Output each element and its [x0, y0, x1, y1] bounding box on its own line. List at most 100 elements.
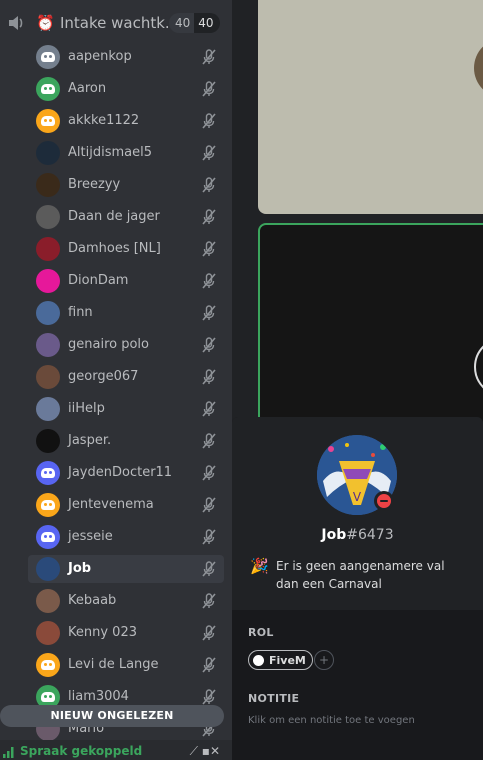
muted-mic-icon [202, 593, 216, 609]
party-popper-icon: 🎉 [250, 557, 269, 575]
voice-user-row[interactable]: Altijdismael5 [28, 139, 224, 167]
voice-user-row[interactable]: Kenny 023 [28, 619, 224, 647]
username: Job [321, 527, 347, 543]
user-avatar[interactable] [36, 653, 60, 677]
voice-connected-status[interactable]: Spraak gekoppeld [20, 744, 142, 758]
user-name: Damhoes [NL] [68, 241, 161, 256]
voice-user-row[interactable]: iiHelp [28, 395, 224, 423]
video-tile-speaking[interactable] [258, 223, 483, 443]
muted-mic-icon [202, 401, 216, 417]
discord-logo-icon [41, 52, 55, 62]
user-avatar[interactable] [36, 365, 60, 389]
voice-user-row[interactable]: Aaron [28, 75, 224, 103]
profile-header: V Job#6473 🎉 Er is geen aangenamere val … [232, 417, 483, 610]
user-avatar[interactable] [36, 525, 60, 549]
user-avatar[interactable] [36, 45, 60, 69]
user-avatar[interactable] [36, 269, 60, 293]
voice-user-row[interactable]: Levi de Lange [28, 651, 224, 679]
user-name: akkke1122 [68, 113, 140, 128]
add-role-button[interactable]: + [314, 650, 334, 670]
voice-channel-sidebar: ⏰ Intake wachtk... 40 40 aapenkop Aaron ak… [0, 0, 232, 760]
muted-mic-icon [202, 529, 216, 545]
user-avatar[interactable] [36, 301, 60, 325]
participant-avatar [474, 337, 483, 397]
voice-user-row[interactable]: Damhoes [NL] [28, 235, 224, 263]
user-avatar[interactable] [36, 557, 60, 581]
user-name: Kenny 023 [68, 625, 137, 640]
user-avatar[interactable] [36, 141, 60, 165]
participant-avatar [474, 38, 483, 98]
muted-mic-icon [202, 657, 216, 673]
muted-mic-icon [202, 337, 216, 353]
discriminator: #6473 [346, 527, 394, 543]
muted-mic-icon [202, 433, 216, 449]
voice-user-row[interactable]: genairo polo [28, 331, 224, 359]
muted-mic-icon [202, 177, 216, 193]
muted-mic-icon [202, 113, 216, 129]
voice-user-row[interactable]: Jentevenema [28, 491, 224, 519]
muted-mic-icon [202, 689, 216, 705]
user-name: Jentevenema [68, 497, 154, 512]
voice-user-row[interactable]: JaydenDocter11 [28, 459, 224, 487]
voice-user-row[interactable]: DionDam [28, 267, 224, 295]
user-limit: 40 [194, 13, 220, 33]
user-limit-badge: 40 40 [169, 13, 220, 33]
discord-logo-icon [41, 660, 55, 670]
dnd-status-icon [374, 491, 394, 511]
voice-channel-header[interactable]: ⏰ Intake wachtk... 40 40 [0, 6, 232, 40]
voice-user-row[interactable]: Job [28, 555, 224, 583]
user-avatar[interactable] [36, 397, 60, 421]
voice-user-row[interactable]: Kebaab [28, 587, 224, 615]
user-name: finn [68, 305, 93, 320]
role-pill[interactable]: FiveM [248, 650, 313, 670]
user-avatar[interactable] [36, 109, 60, 133]
user-name: aapenkop [68, 49, 132, 64]
role-name: FiveM [269, 653, 306, 667]
user-avatar[interactable] [36, 333, 60, 357]
user-name: genairo polo [68, 337, 149, 352]
muted-mic-icon [202, 209, 216, 225]
user-name: JaydenDocter11 [68, 465, 173, 480]
voice-user-row[interactable]: Daan de jager [28, 203, 224, 231]
video-tile[interactable] [258, 0, 483, 214]
voice-user-row[interactable]: Breezyy [28, 171, 224, 199]
user-avatar[interactable] [36, 237, 60, 261]
muted-mic-icon [202, 497, 216, 513]
signal-strength-icon[interactable] [3, 746, 15, 758]
user-name: george067 [68, 369, 139, 384]
disconnect-icon[interactable]: ⟋ ▪✕ [190, 744, 220, 758]
voice-user-row[interactable]: finn [28, 299, 224, 327]
muted-mic-icon [202, 145, 216, 161]
muted-mic-icon [202, 625, 216, 641]
role-color-dot[interactable] [253, 654, 264, 666]
note-input[interactable]: Klik om een notitie toe te voegen [248, 715, 415, 726]
voice-user-row[interactable]: akkke1122 [28, 107, 224, 135]
muted-mic-icon [202, 305, 216, 321]
user-name: Job [68, 561, 92, 576]
user-avatar[interactable] [36, 461, 60, 485]
user-avatar[interactable] [36, 429, 60, 453]
user-avatar[interactable] [36, 173, 60, 197]
user-name: liam3004 [68, 689, 129, 704]
user-avatar[interactable] [36, 493, 60, 517]
user-name: Jasper. [68, 433, 112, 448]
user-name: DionDam [68, 273, 129, 288]
muted-mic-icon [202, 273, 216, 289]
roles-heading: ROL [248, 626, 274, 639]
user-name: Kebaab [68, 593, 117, 608]
voice-user-row[interactable]: george067 [28, 363, 224, 391]
user-name: jesseie [68, 529, 113, 544]
user-avatar[interactable] [36, 621, 60, 645]
profile-username[interactable]: Job#6473 [232, 526, 483, 544]
voice-user-row[interactable]: Jasper. [28, 427, 224, 455]
user-name: Breezyy [68, 177, 121, 192]
user-avatar[interactable] [36, 77, 60, 101]
muted-mic-icon [202, 49, 216, 65]
voice-user-row[interactable]: jesseie [28, 523, 224, 551]
user-avatar[interactable] [36, 589, 60, 613]
user-avatar[interactable] [36, 205, 60, 229]
muted-mic-icon [202, 369, 216, 385]
voice-user-row[interactable]: aapenkop [28, 43, 224, 71]
discord-logo-icon [41, 500, 55, 510]
new-unread-button[interactable]: NIEUW ONGELEZEN [0, 705, 224, 727]
